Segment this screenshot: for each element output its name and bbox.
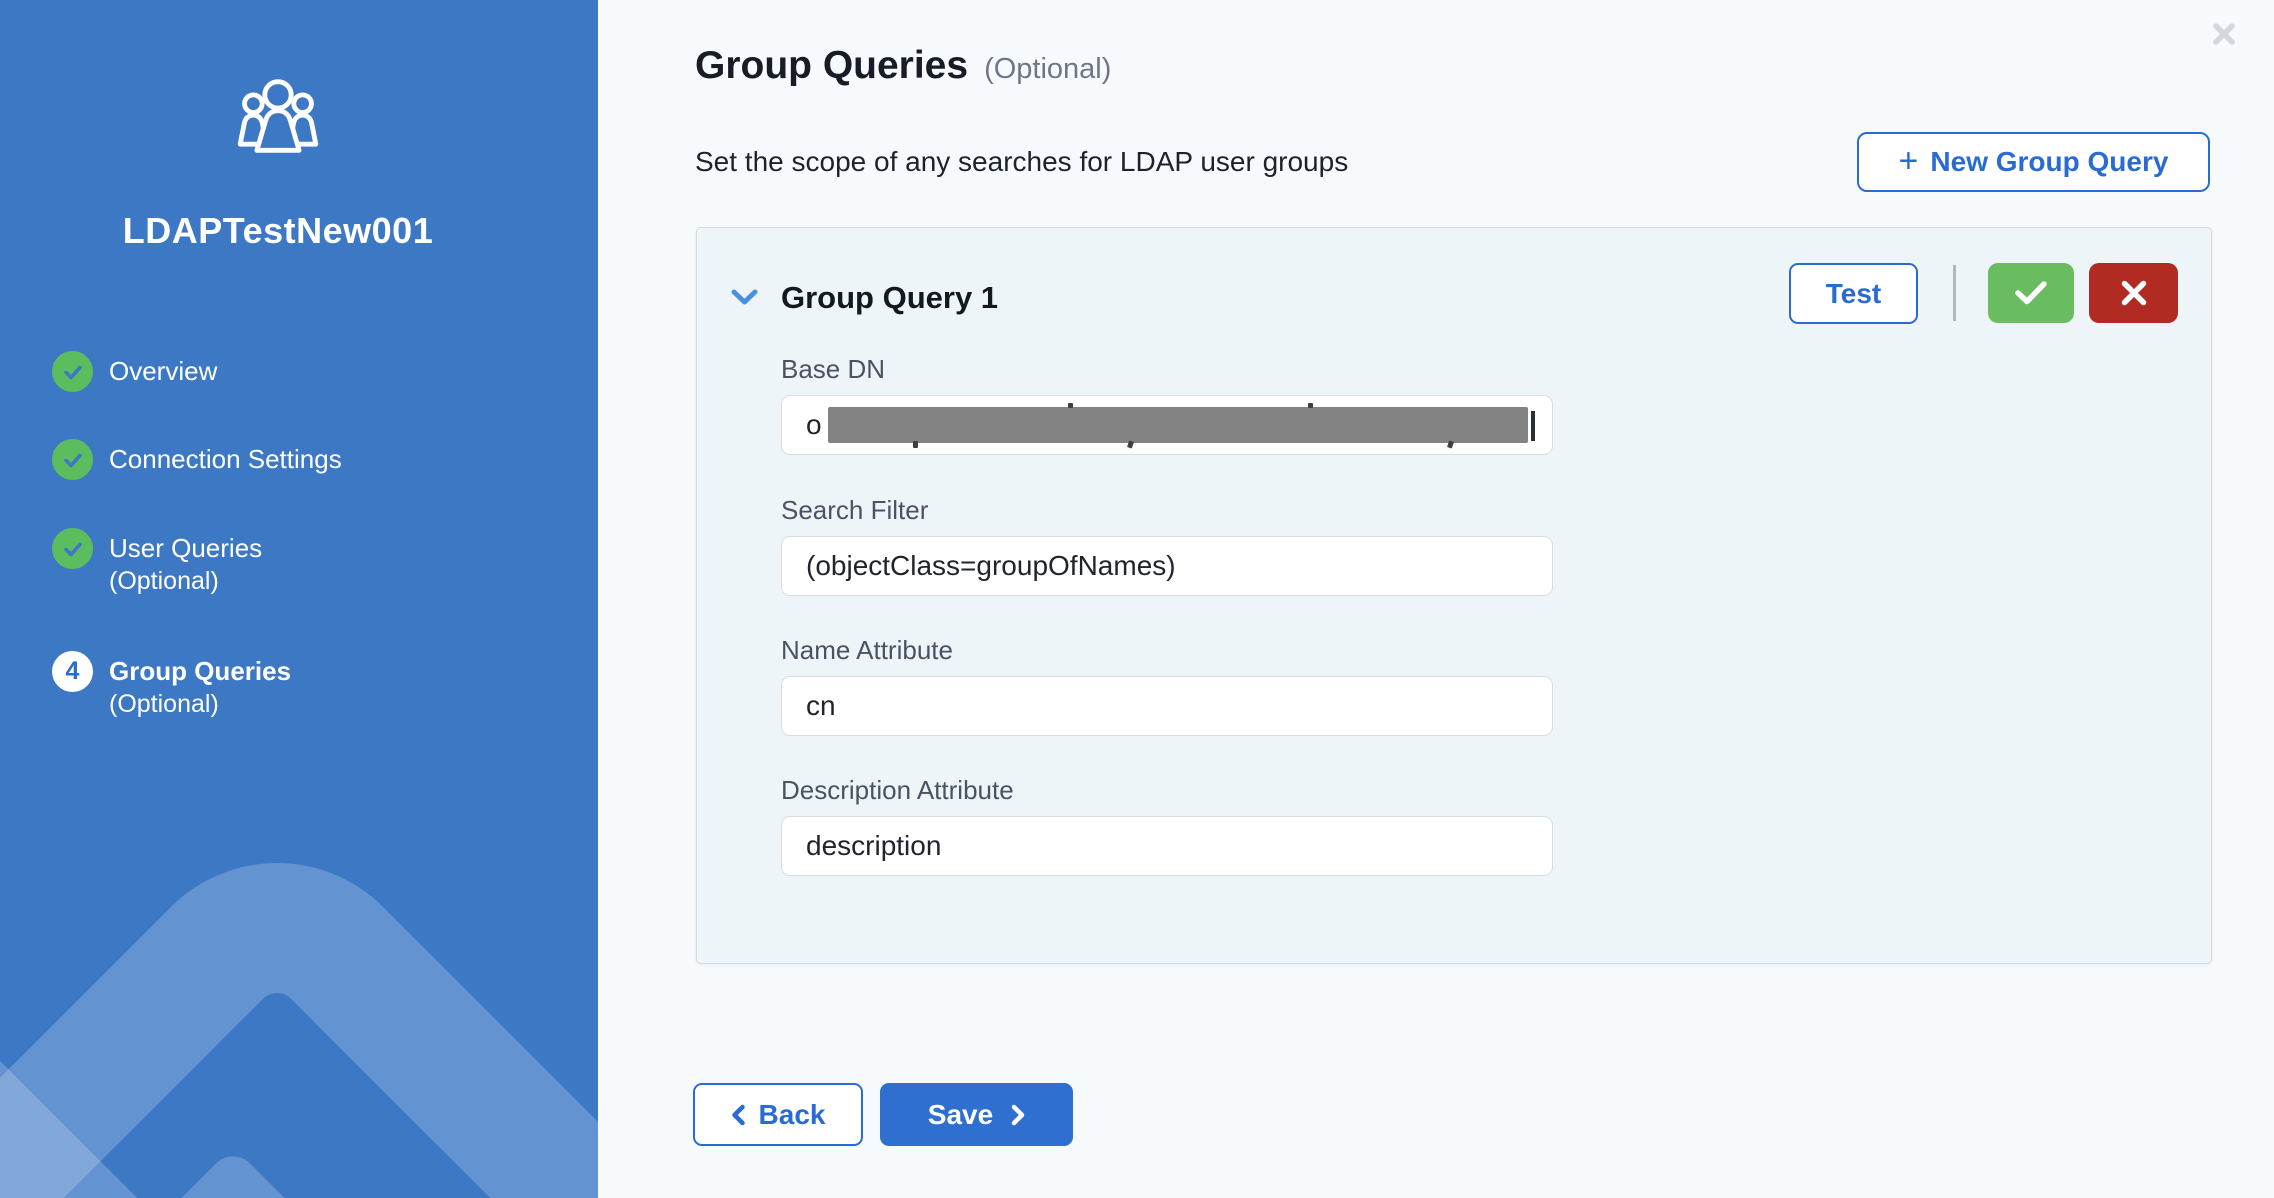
base-dn-visible-text: o	[806, 409, 822, 441]
step-number-badge: 4	[52, 651, 93, 692]
wizard-main-panel: Group Queries (Optional) Set the scope o…	[598, 0, 2274, 1198]
description-attribute-field: Description Attribute description	[781, 774, 1553, 876]
group-people-icon	[234, 72, 322, 160]
description-attribute-input[interactable]: description	[781, 816, 1553, 876]
page-title: Group Queries	[695, 44, 968, 88]
name-attribute-input[interactable]: cn	[781, 676, 1553, 736]
step-label: User Queries	[109, 533, 262, 563]
step-label: Group Queries	[109, 656, 291, 686]
sidebar-step-group-queries[interactable]: 4 Group Queries (Optional)	[52, 651, 291, 721]
step-complete-icon	[52, 351, 93, 392]
ldap-wizard-modal: LDAPTestNew001 Overview Connection Setti…	[0, 0, 2274, 1198]
group-query-card: Group Query 1 Test Base DN o	[696, 227, 2212, 964]
base-dn-field: Base DN o	[781, 353, 1553, 455]
save-button-label: Save	[928, 1099, 993, 1131]
sidebar-step-overview[interactable]: Overview	[52, 351, 217, 392]
delete-query-button[interactable]	[2089, 263, 2178, 323]
group-query-title: Group Query 1	[781, 280, 998, 316]
test-button-label: Test	[1826, 278, 1882, 310]
step-label: Overview	[109, 356, 217, 386]
search-filter-label: Search Filter	[781, 494, 1553, 526]
chevron-left-icon	[731, 1104, 745, 1126]
search-filter-field: Search Filter (objectClass=groupOfNames)	[781, 494, 1553, 596]
confirm-query-button[interactable]	[1988, 263, 2074, 323]
new-group-query-label: New Group Query	[1930, 146, 2168, 178]
chevron-right-icon	[1011, 1104, 1025, 1126]
name-attribute-label: Name Attribute	[781, 634, 1553, 666]
chevron-down-icon[interactable]	[731, 289, 758, 306]
description-attribute-label: Description Attribute	[781, 774, 1553, 806]
test-button[interactable]: Test	[1789, 263, 1918, 324]
redacted-glyph-fragment	[1531, 411, 1535, 441]
plus-icon: +	[1899, 147, 1919, 175]
search-filter-input[interactable]: (objectClass=groupOfNames)	[781, 536, 1553, 596]
page-title-optional-suffix: (Optional)	[984, 53, 1111, 86]
page-subtitle: Set the scope of any searches for LDAP u…	[695, 146, 1348, 178]
step-complete-icon	[52, 528, 93, 569]
back-button-label: Back	[759, 1099, 826, 1131]
close-icon[interactable]	[2206, 16, 2242, 52]
redaction-bar	[828, 407, 1528, 443]
wizard-sidebar: LDAPTestNew001 Overview Connection Setti…	[0, 0, 598, 1198]
base-dn-label: Base DN	[781, 353, 1553, 385]
button-divider	[1953, 265, 1956, 321]
check-icon	[2014, 280, 2048, 306]
x-icon	[2120, 279, 2148, 307]
new-group-query-button[interactable]: + New Group Query	[1857, 132, 2210, 192]
base-dn-input[interactable]: o	[781, 395, 1553, 455]
watermark-logo-shape	[0, 801, 598, 1198]
step-optional-note: (Optional)	[109, 567, 219, 595]
step-label: Connection Settings	[109, 444, 342, 474]
sidebar-step-user-queries[interactable]: User Queries (Optional)	[52, 528, 262, 598]
step-complete-icon	[52, 439, 93, 480]
page-header: Group Queries (Optional)	[695, 44, 1111, 88]
save-button[interactable]: Save	[880, 1083, 1073, 1146]
sidebar-step-connection-settings[interactable]: Connection Settings	[52, 439, 342, 480]
name-attribute-field: Name Attribute cn	[781, 634, 1553, 736]
back-button[interactable]: Back	[693, 1083, 863, 1146]
step-optional-note: (Optional)	[109, 690, 219, 718]
connection-name-title: LDAPTestNew001	[0, 210, 556, 252]
